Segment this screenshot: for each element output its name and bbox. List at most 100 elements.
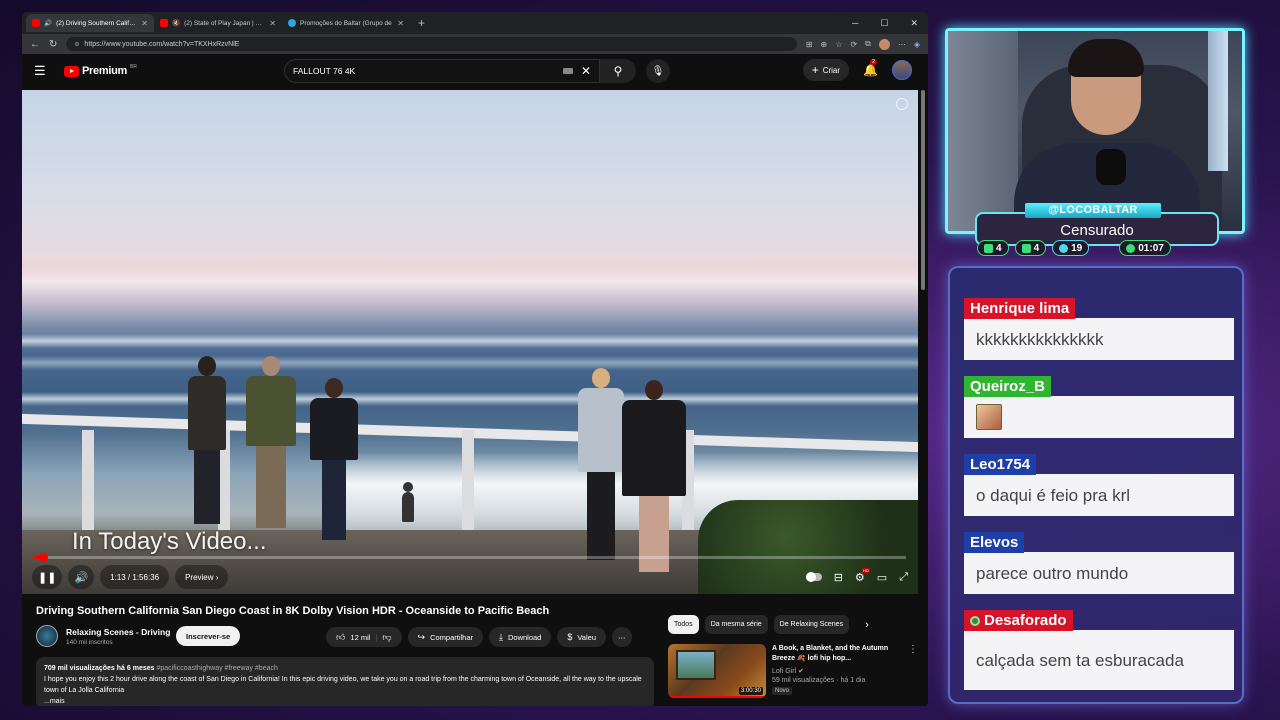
tab-driving[interactable]: 🔊 (2) Driving Southern Californ ✕	[26, 14, 154, 32]
clear-search-icon[interactable]: ✕	[581, 64, 591, 78]
extensions-icon[interactable]: ⧉	[865, 39, 871, 49]
thumbs-down-icon[interactable]: 👎︎	[382, 632, 391, 643]
create-button[interactable]: + Criar	[802, 59, 850, 81]
settings-icon[interactable]: ⚙ HD	[855, 567, 870, 584]
menu-dots-icon[interactable]: ⋯	[898, 40, 906, 49]
youtube-play-icon	[64, 65, 79, 77]
subscribe-button[interactable]: Inscrever-se	[176, 626, 241, 646]
chip-same-series[interactable]: Da mesma série	[704, 615, 768, 634]
keyboard-icon[interactable]	[562, 68, 573, 74]
apps-icon[interactable]: ⊞	[806, 40, 813, 49]
chip-all[interactable]: Todos	[668, 615, 699, 634]
chat-message: Queiroz_B	[964, 376, 1234, 438]
chip-from-channel[interactable]: De Relaxing Scenes	[773, 615, 850, 634]
fullscreen-icon[interactable]: ⤢	[899, 571, 908, 584]
site-info-icon[interactable]: ⊜	[74, 41, 79, 48]
create-label: Criar	[822, 65, 841, 75]
minimize-icon[interactable]: ─	[852, 18, 858, 29]
more-actions-button[interactable]: ⋯	[612, 627, 632, 647]
url-field[interactable]: ⊜ https://www.youtube.com/watch?v=TKXHxR…	[66, 37, 797, 51]
close-tab-icon[interactable]: ✕	[397, 19, 404, 28]
more-icon: ⋯	[618, 632, 626, 642]
thanks-button[interactable]: $ Valeu	[557, 627, 606, 647]
chat-username: Henrique lima	[964, 298, 1076, 319]
close-tab-icon[interactable]: ✕	[141, 19, 148, 28]
description-box[interactable]: 709 mil visualizações há 6 meses #pacifi…	[36, 657, 654, 706]
country-code: BR	[129, 64, 137, 70]
maximize-icon[interactable]: ☐	[880, 18, 888, 29]
recommended-video[interactable]: 3:00:30 A Book, a Blanket, and the Autum…	[668, 644, 918, 698]
microphone	[1096, 149, 1126, 185]
notifications-button[interactable]: 🔔 2	[863, 59, 878, 77]
url-text: https://www.youtube.com/watch?v=TKXHxRzv…	[84, 40, 240, 48]
stat-chat: 4	[977, 240, 1009, 256]
plus-icon: +	[811, 63, 819, 77]
link-icon	[1059, 243, 1069, 253]
youtube-icon	[1021, 243, 1031, 253]
search-input[interactable]: FALLOUT 76 4K ✕	[284, 59, 600, 83]
autoplay-toggle[interactable]	[805, 572, 822, 582]
speaker-icon: 🔊	[44, 20, 53, 27]
rec-channel[interactable]: Lofi Girl	[772, 668, 796, 675]
stat-value: 4	[1033, 242, 1040, 254]
chevron-right-icon[interactable]: ›	[865, 619, 869, 631]
show-more-link[interactable]: ...mais	[44, 696, 646, 706]
account-avatar[interactable]	[892, 60, 912, 80]
channel-name[interactable]: Relaxing Scenes - Driving	[66, 627, 176, 637]
streamer-nameplate: @LOCOBALTAR Censurado 4 4 19 01:07	[973, 203, 1221, 256]
new-tab-button[interactable]: +	[410, 16, 433, 30]
channel-avatar[interactable]	[36, 625, 58, 647]
menu-icon[interactable]: ☰	[34, 63, 54, 79]
back-icon[interactable]: ←	[30, 39, 40, 50]
video-player[interactable]: In Today's Video... ❚❚ 🔊 1:13 / 1:56:36 …	[22, 90, 918, 594]
bookmark-star-icon[interactable]: ☆	[835, 40, 842, 49]
progress-bar[interactable]	[34, 553, 906, 562]
refresh-extension-icon[interactable]: ⟳	[850, 40, 857, 49]
like-count: 12 mil	[350, 632, 371, 642]
zoom-icon[interactable]: ⊕	[821, 40, 828, 49]
youtube-logo[interactable]: Premium BR	[64, 64, 137, 77]
profile-avatar[interactable]	[878, 38, 890, 50]
share-button[interactable]: ↪ Compartilhar	[407, 627, 483, 647]
voice-search-button[interactable]: 🎙	[646, 59, 670, 83]
progress-knob[interactable]	[39, 553, 49, 562]
tab-title: Promoções do Baltar (Grupo de	[300, 19, 392, 27]
rec-meta: 59 mil visualizações · há 1 dia	[772, 677, 866, 684]
like-button[interactable]: 👍︎ 12 mil | 👎︎	[326, 627, 402, 647]
close-window-icon[interactable]: ✕	[910, 18, 918, 29]
stat-value: 4	[996, 242, 1002, 254]
chat-message: Leo1754 o daqui é feio pra krl	[964, 454, 1234, 516]
theater-mode-icon[interactable]: ▭	[877, 571, 887, 584]
copilot-icon[interactable]: ◈	[914, 40, 920, 49]
browser-window: 🔊 (2) Driving Southern Californ ✕ 🔇 (2) …	[22, 12, 928, 706]
member-badge-icon	[970, 616, 980, 627]
thumbs-up-icon: 👍︎	[336, 631, 346, 642]
close-tab-icon[interactable]: ✕	[269, 19, 276, 28]
bell-icon: 🔔	[863, 63, 878, 77]
rec-title[interactable]: A Book, a Blanket, and the Autumn Breeze…	[772, 644, 896, 664]
chapter-button[interactable]: Preview ›	[175, 565, 229, 589]
subtitles-icon[interactable]: ⊟	[834, 571, 843, 584]
streamer-name: @LOCOBALTAR	[1025, 203, 1161, 218]
subscriber-count: 140 mil inscritos	[66, 638, 113, 646]
reload-icon[interactable]: ↻	[49, 39, 57, 50]
info-icon[interactable]	[896, 98, 908, 110]
thanks-label: Valeu	[577, 632, 596, 642]
tab-promocoes[interactable]: Promoções do Baltar (Grupo de ✕	[282, 14, 410, 32]
volume-button[interactable]: 🔊	[68, 565, 95, 589]
download-button[interactable]: ⤓ Download	[489, 627, 552, 647]
more-options-icon[interactable]: ⋮	[908, 644, 918, 698]
page-scrollbar[interactable]	[921, 90, 927, 700]
download-icon: ⤓	[499, 631, 503, 642]
action-bar: 👍︎ 12 mil | 👎︎ ↪ Compartilhar ⤓ Download $ Val…	[326, 627, 632, 647]
tab-state-of-play[interactable]: 🔇 (2) State of Play Japan | Nov ✕	[154, 14, 282, 32]
view-count-date: 709 mil visualizações há 6 meses	[44, 665, 155, 672]
video-thumbnail[interactable]: 3:00:30	[668, 644, 766, 698]
chat-username: Desaforado	[984, 612, 1067, 629]
pause-button[interactable]: ❚❚	[32, 565, 63, 589]
chat-username: Queiroz_B	[964, 376, 1052, 397]
chat-message: Henrique lima kkkkkkkkkkkkkkk	[964, 298, 1234, 360]
search-button[interactable]: ⚲	[600, 59, 636, 83]
verified-icon: ✔	[798, 668, 804, 675]
hashtags[interactable]: #pacificcoasthighway #freeway #beach	[156, 665, 277, 672]
